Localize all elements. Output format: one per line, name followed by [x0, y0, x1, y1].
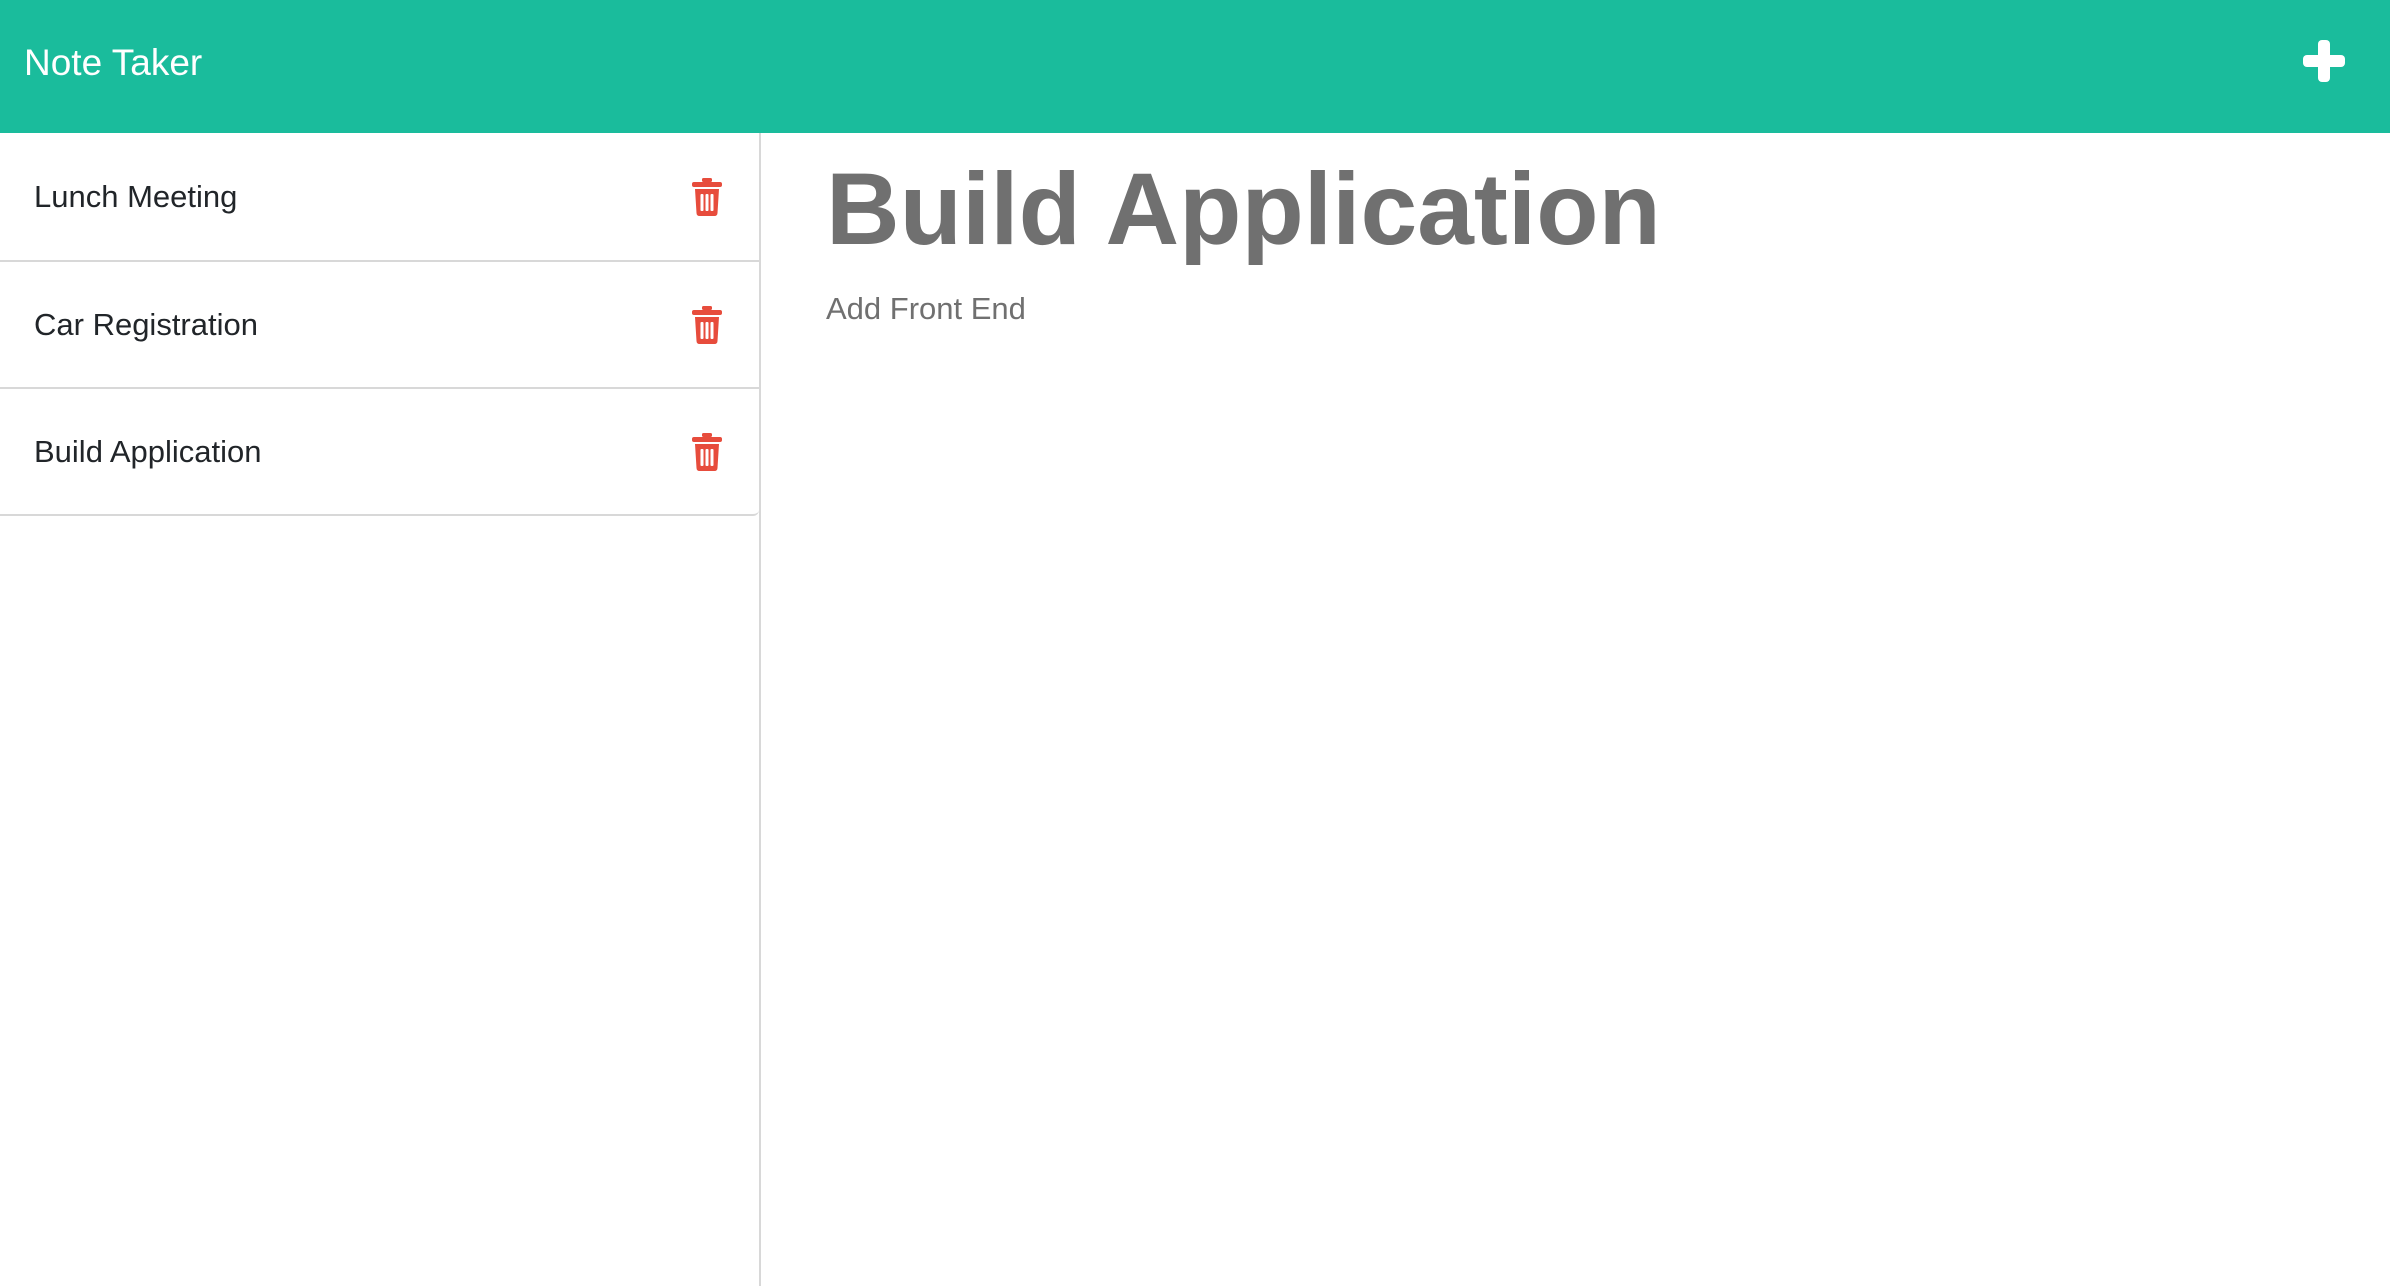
list-item[interactable]: Build Application: [0, 387, 759, 514]
note-list-title: Car Registration: [34, 306, 258, 342]
note-list-title: Lunch Meeting: [34, 178, 238, 214]
note-list: Lunch Meeting Car Registration Build App…: [0, 133, 759, 516]
delete-note-button[interactable]: [691, 177, 723, 216]
trash-icon: [692, 432, 722, 471]
note-editor: Build Application Add Front End: [763, 133, 2390, 1286]
plus-icon: [2303, 39, 2345, 82]
note-title-field[interactable]: Build Application: [826, 153, 2390, 265]
note-text-field[interactable]: Add Front End: [826, 291, 2390, 327]
list-item[interactable]: Car Registration: [0, 260, 759, 387]
navbar: Note Taker: [0, 0, 2390, 133]
trash-icon: [692, 305, 722, 344]
note-list-panel: Lunch Meeting Car Registration Build App…: [0, 133, 761, 1286]
app-title[interactable]: Note Taker: [24, 42, 202, 84]
delete-note-button[interactable]: [691, 305, 723, 344]
trash-icon: [692, 177, 722, 216]
delete-note-button[interactable]: [691, 432, 723, 471]
new-note-button[interactable]: [2294, 31, 2354, 91]
note-list-title: Build Application: [34, 433, 262, 469]
list-item[interactable]: Lunch Meeting: [0, 133, 759, 260]
